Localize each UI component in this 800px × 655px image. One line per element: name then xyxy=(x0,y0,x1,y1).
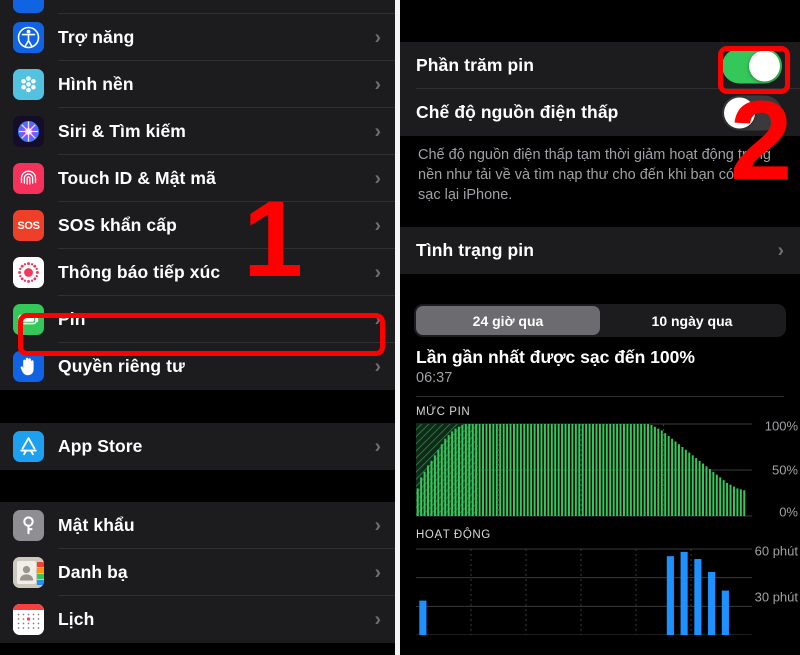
chevron-right-icon: › xyxy=(374,74,381,95)
chevron-right-icon: › xyxy=(374,262,381,283)
chevron-right-icon: › xyxy=(374,27,381,48)
battery-health-group: Tình trạng pin › xyxy=(400,227,800,274)
time-range-segmented-wrap: 24 giờ qua 10 ngày qua xyxy=(400,294,800,343)
sidebar-item-label: Trợ năng xyxy=(58,27,135,47)
sidebar-item-label: Lịch xyxy=(58,609,95,629)
app-store-icon xyxy=(13,431,44,462)
sidebar-item-label: App Store xyxy=(58,436,143,456)
time-range-segmented-control[interactable]: 24 giờ qua 10 ngày qua xyxy=(414,304,786,337)
sidebar-item-label: Siri & Tìm kiếm xyxy=(58,121,186,141)
battery-icon xyxy=(13,304,44,335)
sidebar-item-touch-id-passcode[interactable]: Touch ID & Mật mã › xyxy=(0,155,395,202)
ytick-0: 0% xyxy=(779,504,798,520)
chevron-right-icon: › xyxy=(374,168,381,189)
low-power-mode-label: Chế độ nguồn điện thấp xyxy=(416,102,619,122)
section-gap xyxy=(0,390,395,423)
chevron-right-icon: › xyxy=(777,240,784,261)
last-charge-block: Lần gần nhất được sạc đến 100% 06:37 xyxy=(400,343,800,386)
screenshot-root: Trợ năng › Hình nền › Siri & Tìm kiếm › … xyxy=(0,0,800,655)
privacy-hand-icon xyxy=(13,351,44,382)
sidebar-item-accessibility[interactable]: Trợ năng › xyxy=(0,14,395,61)
settings-list-panel: Trợ năng › Hình nền › Siri & Tìm kiếm › … xyxy=(0,0,395,655)
sidebar-item-label: Touch ID & Mật mã xyxy=(58,168,216,188)
settings-group-3: Mật khẩu › Danh bạ › Lịch › xyxy=(0,502,395,643)
sidebar-item-exposure-notifications[interactable]: Thông báo tiếp xúc › xyxy=(0,249,395,296)
contacts-icon xyxy=(13,557,44,588)
siri-icon xyxy=(13,116,44,147)
activity-chart-svg xyxy=(416,548,752,636)
section-gap xyxy=(0,470,395,502)
chevron-right-icon: › xyxy=(374,609,381,630)
chevron-right-icon: › xyxy=(374,356,381,377)
battery-health-row[interactable]: Tình trạng pin › xyxy=(400,227,800,274)
battery-health-label: Tình trạng pin xyxy=(416,240,535,260)
chevron-right-icon: › xyxy=(374,215,381,236)
sidebar-item-wallpaper[interactable]: Hình nền › xyxy=(0,61,395,108)
sidebar-item-label: SOS khẩn cấp xyxy=(58,215,177,235)
settings-group-1: Trợ năng › Hình nền › Siri & Tìm kiếm › … xyxy=(0,14,395,390)
last-charge-title: Lần gần nhất được sạc đến 100% xyxy=(416,347,695,367)
tab-last-10-days[interactable]: 10 ngày qua xyxy=(600,306,784,335)
ytick-30: 30 phút xyxy=(754,589,798,605)
battery-settings-panel: Phần trăm pin Chế độ nguồn điện thấp Chế… xyxy=(400,0,800,655)
chevron-right-icon: › xyxy=(374,309,381,330)
accessibility-icon xyxy=(13,22,44,53)
sidebar-item-emergency-sos[interactable]: SOS SOS khẩn cấp › xyxy=(0,202,395,249)
chevron-right-icon: › xyxy=(374,121,381,142)
ytick-100: 100% xyxy=(764,418,798,434)
section-gap xyxy=(400,219,800,227)
partial-row-above xyxy=(0,0,395,14)
sidebar-item-label: Quyền riêng tư xyxy=(58,356,185,376)
activity-chart: 60 phút 30 phút xyxy=(416,543,800,636)
ytick-50: 50% xyxy=(771,462,798,478)
sidebar-item-privacy[interactable]: Quyền riêng tư › xyxy=(0,343,395,390)
settings-group-2: App Store › xyxy=(0,423,395,470)
toggle-knob xyxy=(749,50,780,81)
activity-heading: HOẠT ĐỘNG xyxy=(416,529,491,541)
sidebar-item-app-store[interactable]: App Store › xyxy=(0,423,395,470)
exposure-notification-icon xyxy=(13,257,44,288)
battery-percentage-label: Phần trăm pin xyxy=(416,55,534,75)
sidebar-item-passwords[interactable]: Mật khẩu › xyxy=(0,502,395,549)
sidebar-item-calendar[interactable]: Lịch › xyxy=(0,596,395,643)
sidebar-item-label: Danh bạ xyxy=(58,562,128,582)
callout-number-2: 2 xyxy=(730,78,793,203)
ytick-60: 60 phút xyxy=(754,543,798,559)
sidebar-item-siri-search[interactable]: Siri & Tìm kiếm › xyxy=(0,108,395,155)
callout-number-1: 1 xyxy=(243,178,304,299)
partial-icon xyxy=(13,0,44,13)
tab-last-24-hours[interactable]: 24 giờ qua xyxy=(416,306,600,335)
chevron-right-icon: › xyxy=(374,515,381,536)
battery-level-axis-labels: 100% 50% 0% xyxy=(748,418,800,520)
section-gap xyxy=(400,274,800,294)
last-charge-time: 06:37 xyxy=(416,370,453,386)
sidebar-item-contacts[interactable]: Danh bạ › xyxy=(0,549,395,596)
top-gap xyxy=(400,6,800,42)
activity-axis-labels: 60 phút 30 phút xyxy=(748,543,800,635)
wallpaper-icon xyxy=(13,69,44,100)
calendar-icon xyxy=(13,604,44,635)
sidebar-item-label: Hình nền xyxy=(58,74,134,94)
sidebar-item-label: Thông báo tiếp xúc xyxy=(58,262,221,282)
chevron-right-icon: › xyxy=(374,436,381,457)
chevron-right-icon: › xyxy=(374,562,381,583)
sidebar-item-label: Mật khẩu xyxy=(58,515,135,535)
sidebar-item-pin-battery[interactable]: Pin › xyxy=(0,296,395,343)
fingerprint-icon xyxy=(13,163,44,194)
password-key-icon xyxy=(13,510,44,541)
battery-level-heading: MỨC PIN xyxy=(416,406,471,418)
battery-level-chart-svg xyxy=(416,423,752,517)
battery-level-chart: 100% 50% 0% xyxy=(416,418,800,520)
sos-icon: SOS xyxy=(13,210,44,241)
sidebar-item-label: Pin xyxy=(58,309,86,329)
